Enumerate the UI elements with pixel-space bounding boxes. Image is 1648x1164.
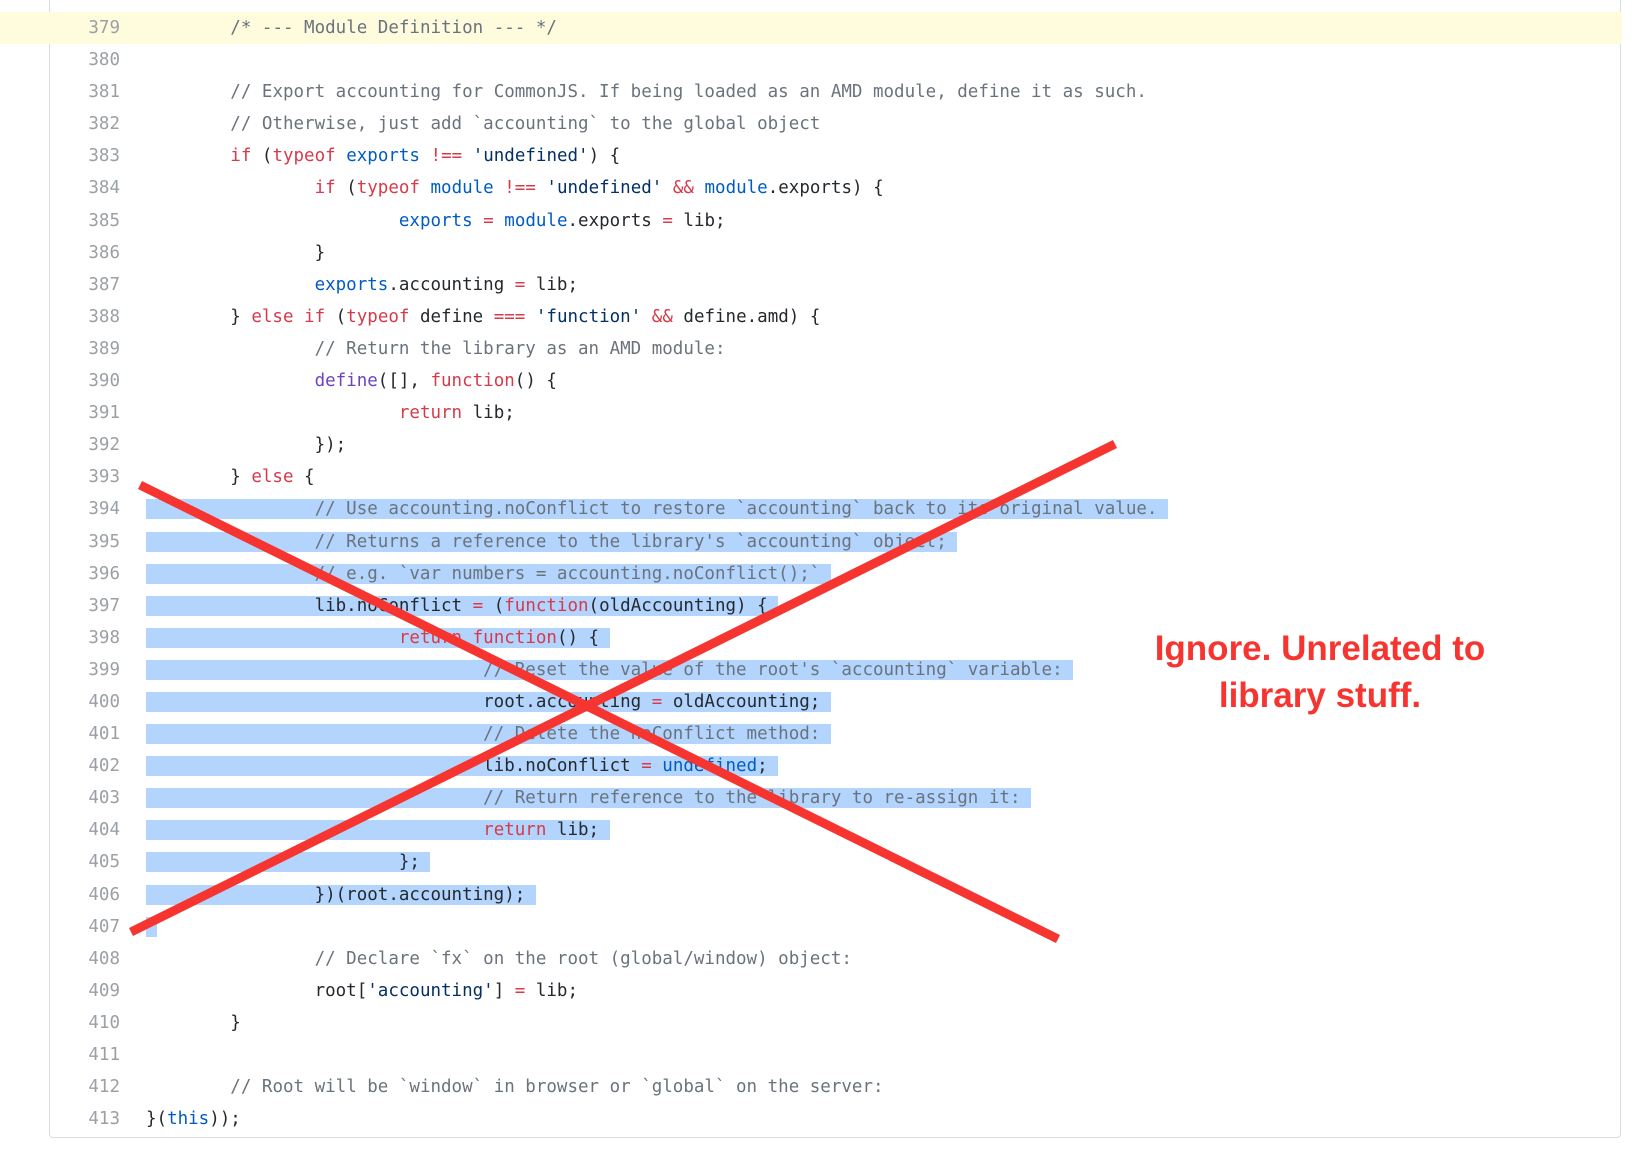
line-code: // Declare `fx` on the root (global/wind… bbox=[314, 948, 852, 969]
line-code: } bbox=[146, 1012, 241, 1033]
line-code: // Otherwise, just add `accounting` to t… bbox=[230, 114, 821, 135]
line-number[interactable]: 381 bbox=[78, 76, 120, 108]
line-code: } else { bbox=[146, 467, 315, 488]
line-code: // Export accounting for CommonJS. If be… bbox=[230, 82, 1147, 103]
annotation-note: Ignore. Unrelated to library stuff. bbox=[1140, 625, 1500, 719]
line-number[interactable]: 410 bbox=[78, 1007, 120, 1039]
line-code: exports.accounting = lib; bbox=[314, 274, 579, 295]
line-code: if (typeof module !== 'undefined' && mod… bbox=[314, 178, 884, 199]
line-number[interactable]: 385 bbox=[78, 205, 120, 237]
line-number[interactable]: 406 bbox=[78, 879, 120, 911]
line-code: define([], function() { bbox=[314, 371, 557, 392]
line-number[interactable]: 387 bbox=[78, 269, 120, 301]
line-code: // Returns a reference to the library's … bbox=[146, 526, 958, 558]
line-number[interactable]: 386 bbox=[78, 237, 120, 269]
line-number[interactable]: 397 bbox=[78, 590, 120, 622]
line-number[interactable]: 380 bbox=[78, 44, 120, 76]
line-code: // e.g. `var numbers = accounting.noConf… bbox=[146, 558, 831, 590]
annotation-line-1: Ignore. Unrelated to bbox=[1154, 629, 1486, 668]
line-code: if (typeof exports !== 'undefined') { bbox=[230, 146, 621, 167]
line-code: exports = module.exports = lib; bbox=[398, 210, 726, 231]
line-code: return lib; bbox=[146, 814, 610, 846]
line-code: } else if (typeof define === 'function' … bbox=[146, 306, 821, 327]
line-code: // Use accounting.noConflict to restore … bbox=[146, 493, 1168, 525]
line-number[interactable]: 401 bbox=[78, 718, 120, 750]
line-number[interactable]: 403 bbox=[78, 782, 120, 814]
line-code: // Reset the value of the root's `accoun… bbox=[146, 654, 1074, 686]
line-code: }; bbox=[146, 852, 431, 873]
line-code: lib.noConflict = (function(oldAccounting… bbox=[146, 595, 779, 616]
line-code: // Return reference to the library to re… bbox=[146, 782, 1032, 814]
line-number[interactable]: 413 bbox=[78, 1103, 120, 1135]
line-number[interactable]: 411 bbox=[78, 1039, 120, 1071]
line-number[interactable]: 384 bbox=[78, 172, 120, 204]
line-code: return function() { bbox=[146, 622, 610, 654]
line-number[interactable]: 405 bbox=[78, 846, 120, 878]
line-number[interactable]: 390 bbox=[78, 365, 120, 397]
line-code: // Delete the noConflict method: bbox=[146, 718, 831, 750]
line-number[interactable]: 389 bbox=[78, 333, 120, 365]
line-number[interactable]: 388 bbox=[78, 301, 120, 333]
line-number[interactable]: 407 bbox=[78, 911, 120, 943]
line-number[interactable]: 379 bbox=[78, 12, 120, 44]
line-code: root['accounting'] = lib; bbox=[146, 980, 579, 1001]
line-number[interactable]: 391 bbox=[78, 397, 120, 429]
line-number[interactable]: 400 bbox=[78, 686, 120, 718]
line-number[interactable]: 412 bbox=[78, 1071, 120, 1103]
line-number[interactable]: 392 bbox=[78, 429, 120, 461]
line-number[interactable]: 408 bbox=[78, 943, 120, 975]
line-number[interactable]: 398 bbox=[78, 622, 120, 654]
line-code: /* --- Module Definition --- */ bbox=[230, 18, 557, 38]
line-code: lib.noConflict = undefined; bbox=[146, 756, 779, 777]
line-code: } bbox=[146, 242, 326, 263]
line-code: return lib; bbox=[398, 403, 515, 424]
line-code: root.accounting = oldAccounting; bbox=[146, 691, 831, 712]
line-code: }(this)); bbox=[146, 1109, 241, 1130]
line-code bbox=[146, 911, 157, 943]
line-number[interactable]: 395 bbox=[78, 526, 120, 558]
line-number[interactable]: 394 bbox=[78, 493, 120, 525]
line-code: }); bbox=[146, 435, 347, 456]
line-number[interactable]: 393 bbox=[78, 461, 120, 493]
annotation-line-2: library stuff. bbox=[1218, 676, 1422, 715]
line-number[interactable]: 404 bbox=[78, 814, 120, 846]
line-number[interactable]: 382 bbox=[78, 108, 120, 140]
line-number[interactable]: 402 bbox=[78, 750, 120, 782]
line-number[interactable]: 396 bbox=[78, 558, 120, 590]
line-number[interactable]: 409 bbox=[78, 975, 120, 1007]
line-code: // Return the library as an AMD module: bbox=[314, 338, 726, 359]
line-code: })(root.accounting); bbox=[146, 884, 536, 905]
line-number[interactable]: 383 bbox=[78, 140, 120, 172]
line-code: // Root will be `window` in browser or `… bbox=[230, 1077, 884, 1098]
line-number[interactable]: 399 bbox=[78, 654, 120, 686]
